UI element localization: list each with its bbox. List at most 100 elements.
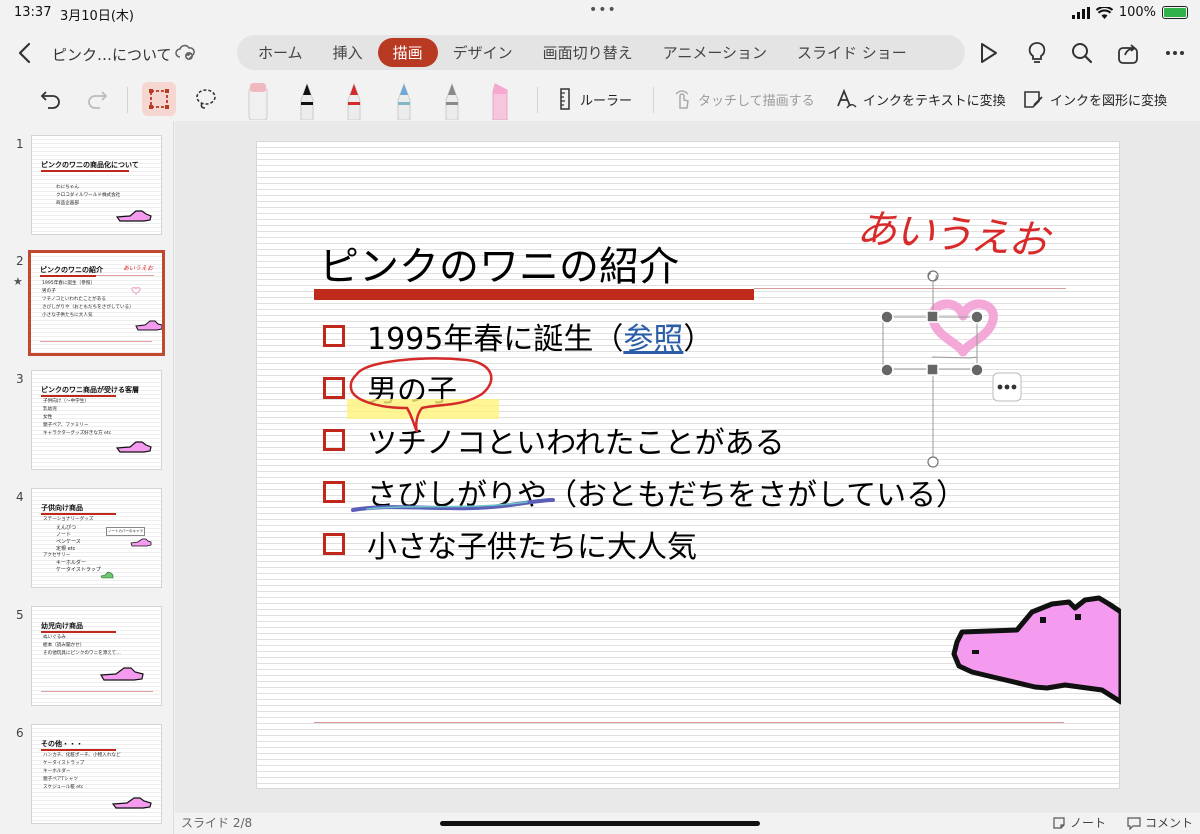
status-indicators: 100% [1071, 5, 1188, 20]
thumbnail-line: 親子ペア、ファミリー [43, 423, 89, 428]
comments-button[interactable]: コメント [1127, 814, 1193, 831]
tab-draw[interactable]: 描画 [377, 38, 438, 67]
thumbnail-line: ハンカチ、化粧ポーチ、小物入れなど [43, 753, 121, 758]
tab-design[interactable]: デザイン [438, 38, 528, 67]
red-pen-icon[interactable] [342, 80, 366, 120]
thumbnail-line: ツチノコといわれたことがある [42, 297, 106, 302]
galaxy-pen-icon[interactable] [392, 80, 416, 120]
thumbnail-title: 幼児向け商品 [41, 622, 83, 630]
slide-thumbnail-6[interactable]: その他・・・ ハンカチ、化粧ポーチ、小物入れなど ケータイストラップ キーホルダ… [31, 724, 162, 824]
undo-icon [40, 91, 60, 109]
thumbnail-line: 子供向け（～中学生） [43, 399, 89, 404]
green-crocodile-icon [100, 571, 114, 579]
slide-canvas[interactable]: ピンクのワニの紹介 1995年春に誕生（ 参照 ） 男の子 ツチノコといわれたこ… [175, 121, 1200, 813]
slide-thumbnail-1[interactable]: ピンクのワニの商品化について わにちゃん クロコダイルワールド株式会社 商品企画… [31, 135, 162, 235]
cellular-signal-icon [1071, 6, 1090, 19]
thumbnail-number: 5 [16, 608, 24, 622]
toolbar-divider [127, 87, 128, 113]
redo-button[interactable] [84, 82, 110, 116]
pink-crocodile-icon [116, 441, 152, 453]
play-icon[interactable] [975, 40, 1001, 66]
thumbnail-line: ぬいぐるみ [43, 635, 66, 640]
home-indicator[interactable] [440, 821, 760, 826]
thumbnail-line: 女性 [43, 415, 53, 420]
slide-thumbnail-panel: 1 ピンクのワニの商品化について わにちゃん クロコダイルワールド株式会社 商品… [0, 121, 174, 834]
status-date: 3月10日(木) [60, 9, 134, 24]
ribbon-tabs: ホーム 挿入 描画 デザイン 画面切り替え アニメーション スライド ショー [237, 35, 965, 70]
touch-hand-icon [675, 90, 689, 109]
battery-icon [1162, 6, 1188, 19]
thumbnail-line: アクセサリー [43, 553, 71, 558]
pink-crocodile-icon [112, 797, 152, 809]
toolbar-divider [537, 87, 538, 113]
thumbnail-number: 4 [16, 490, 24, 504]
ink-to-shape-button[interactable]: インクを図形に変換 [1022, 82, 1167, 116]
status-bar: 13:37 3月10日(木) ••• 100% [0, 0, 1200, 26]
ruler-button[interactable]: ルーラー [556, 82, 632, 116]
ink-to-shape-label: インクを図形に変換 [1050, 93, 1168, 109]
thumbnail-number: 1 [16, 137, 24, 151]
pink-crocodile-icon [116, 210, 152, 222]
comment-icon [1127, 816, 1141, 830]
ink-to-text-icon [837, 88, 857, 109]
thumbnail-line: スケジュール帳 etc [43, 785, 84, 790]
slide-thumbnail-2[interactable]: ピンクのワニの紹介 あいうえお 1995年春に誕生（参照） 男の子 ツチノコとい… [28, 250, 165, 356]
multitasking-dots-icon[interactable]: ••• [589, 2, 617, 18]
star-icon: ★ [13, 275, 23, 288]
back-chevron-icon[interactable] [14, 40, 38, 66]
thumbnail-title: その他・・・ [41, 740, 83, 748]
lightbulb-icon[interactable] [1024, 40, 1050, 66]
ink-to-text-button[interactable]: インクをテキストに変換 [835, 82, 1006, 116]
select-tool-button[interactable] [142, 82, 176, 116]
tab-animations[interactable]: アニメーション [648, 38, 782, 67]
thumbnail-title: ピンクのワニの商品化について [41, 161, 139, 169]
notes-button[interactable]: ノート [1052, 814, 1106, 831]
cloud-sync-icon[interactable] [174, 42, 196, 62]
touch-draw-button[interactable]: タッチして描画する [672, 82, 815, 116]
pencil-icon[interactable] [440, 80, 464, 120]
search-icon[interactable] [1069, 40, 1095, 66]
red-circle-ink[interactable] [349, 357, 493, 433]
ink-overlay [347, 270, 1121, 705]
ink-to-text-label: インクをテキストに変換 [863, 93, 1006, 109]
undo-button[interactable] [38, 82, 64, 116]
thumbnail-callout: ノートカバーのキャラ [106, 527, 145, 536]
shape-more-options-button[interactable] [992, 372, 1022, 402]
thumbnail-handwriting: あいうえお [123, 265, 154, 272]
tab-slideshow[interactable]: スライド ショー [782, 38, 922, 67]
thumbnail-title: ピンクのワニ商品が受ける客層 [41, 386, 139, 394]
thumbnail-line: キーホルダー [56, 560, 87, 566]
thumbnail-line: 絵本（読み聞かせ） [43, 643, 85, 648]
move-handle-icon[interactable] [927, 456, 939, 468]
pink-crocodile-image[interactable] [951, 595, 1121, 705]
share-icon[interactable] [1115, 40, 1141, 66]
thumbnail-line: 1995年春に誕生（参照） [42, 281, 96, 286]
thumbnail-line: 小さな子供たちに大人気 [42, 313, 93, 318]
pink-crocodile-icon [135, 320, 162, 331]
document-title[interactable]: ピンク…について [52, 44, 172, 65]
pink-marker-icon[interactable] [487, 80, 513, 120]
slide[interactable]: ピンクのワニの紹介 1995年春に誕生（ 参照 ） 男の子 ツチノコといわれたこ… [256, 141, 1121, 789]
slide-thumbnail-5[interactable]: 幼児向け商品 ぬいぐるみ 絵本（読み聞かせ） その他玩具にピンクのワニを添えて… [31, 606, 162, 706]
thumbnail-line: ノート [56, 532, 72, 538]
slide-thumbnail-3[interactable]: ピンクのワニ商品が受ける客層 子供向け（～中学生） 乳幼児 女性 親子ペア、ファ… [31, 370, 162, 470]
lasso-tool-button[interactable] [193, 82, 219, 116]
wifi-icon [1095, 6, 1113, 19]
thumbnail-line: ペンケース [56, 539, 81, 545]
thumbnail-title: ピンクのワニの紹介 [40, 266, 103, 274]
slide-thumbnail-4[interactable]: 子供向け商品 ステーショナリーグッズ えんぴつ ノート ペンケース 定規 etc… [31, 488, 162, 588]
pink-highlighter-icon[interactable] [245, 80, 271, 120]
tab-home[interactable]: ホーム [243, 38, 318, 67]
lasso-icon [196, 89, 216, 109]
battery-percent: 100% [1118, 5, 1156, 20]
pink-crocodile-icon [100, 667, 144, 681]
tab-transitions[interactable]: 画面切り替え [528, 38, 648, 67]
thumbnail-number: 6 [16, 726, 24, 740]
black-pen-icon[interactable] [295, 80, 319, 120]
toolbar-divider [653, 87, 654, 113]
tab-insert[interactable]: 挿入 [318, 38, 378, 67]
redo-icon [88, 91, 108, 109]
thumbnail-line: さびしがりや（おともだちをさがしている） [42, 305, 134, 310]
more-options-icon[interactable] [1162, 40, 1188, 66]
notes-label: ノート [1070, 816, 1107, 830]
